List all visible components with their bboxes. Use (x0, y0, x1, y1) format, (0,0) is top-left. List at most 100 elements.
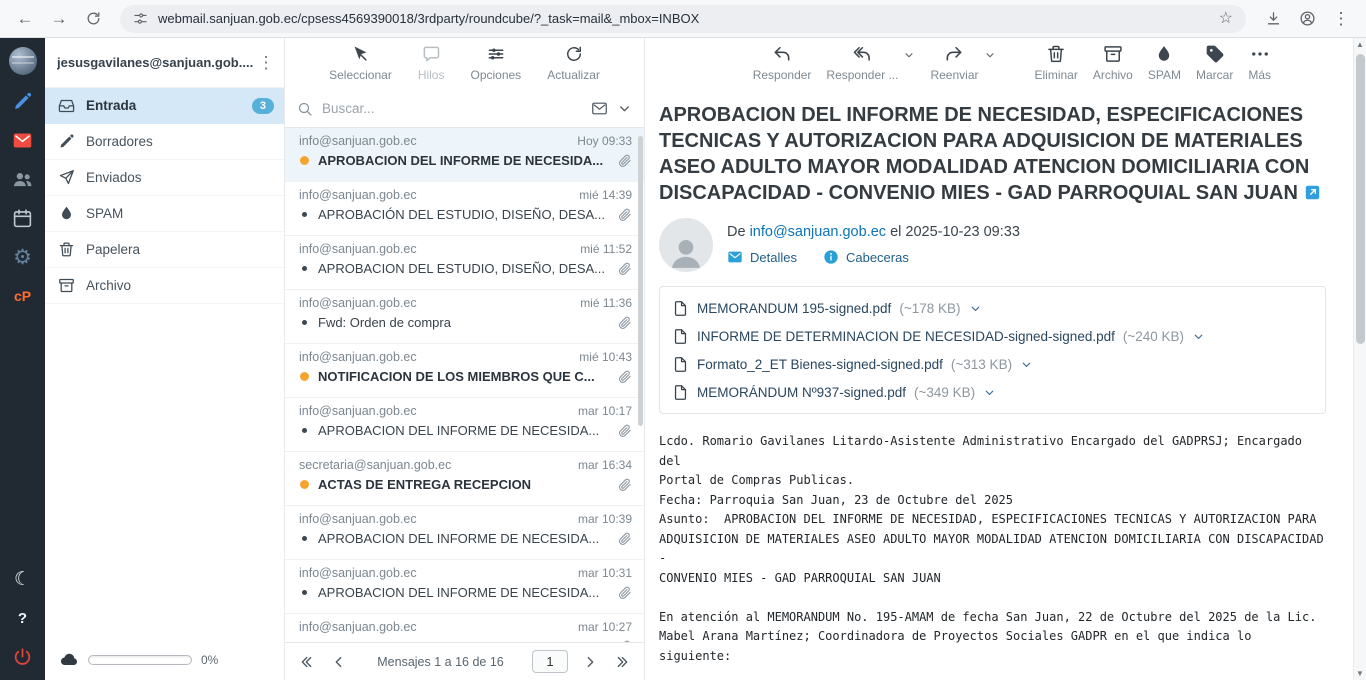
attachment-menu-chevron-icon[interactable] (983, 386, 996, 399)
read-status-toggle[interactable] (299, 212, 309, 217)
contacts-button[interactable] (12, 166, 33, 192)
panel-scrollbar[interactable]: ▲ ▼ (1353, 38, 1366, 680)
open-in-new-window-icon[interactable] (1304, 184, 1321, 201)
url-text[interactable]: webmail.sanjuan.gob.ec/cpsess4569390018/… (158, 11, 1209, 26)
settings-button[interactable]: ⚙ (13, 244, 32, 270)
reply-all-menu-button[interactable] (903, 49, 915, 61)
message-list-item[interactable]: info@sanjuan.gob.ec mar 10:31 APROBACION… (285, 560, 644, 614)
attachment-item[interactable]: MEMORANDUM 195-signed.pdf (~178 KB) (672, 294, 1313, 322)
message-list-item[interactable]: info@sanjuan.gob.ec mié 11:36 Fwd: Orden… (285, 290, 644, 344)
cpanel-button[interactable]: cP (14, 283, 31, 309)
unread-dot-icon (302, 320, 307, 325)
reload-icon (85, 10, 102, 27)
forward-menu-button[interactable] (984, 49, 996, 61)
site-info-icon[interactable] (133, 11, 148, 26)
message-subject-row: APROBACION DEL INFORME DE NECESIDA... (299, 531, 632, 546)
read-status-toggle[interactable] (299, 590, 309, 595)
message-sender: info@sanjuan.gob.ec (299, 134, 417, 148)
page-number-input[interactable] (532, 650, 568, 673)
delete-button[interactable]: Eliminar (1035, 44, 1078, 82)
mail-task-button[interactable] (12, 127, 33, 153)
calendar-button[interactable] (12, 205, 33, 231)
message-list-item[interactable]: info@sanjuan.gob.ec mar 10:17 APROBACION… (285, 398, 644, 452)
account-menu-button[interactable]: ⋮ (254, 53, 278, 73)
more-button[interactable]: Más (1248, 44, 1271, 82)
attachment-name-link[interactable]: Formato_2_ET Bienes-signed-signed.pdf (697, 357, 943, 372)
sender-email-link[interactable]: info@sanjuan.gob.ec (750, 224, 886, 240)
browser-menu-button[interactable]: ⋮ (1326, 4, 1356, 34)
folder-enviados[interactable]: Enviados (45, 160, 284, 196)
message-sender: info@sanjuan.gob.ec (299, 404, 417, 418)
attachment-name-link[interactable]: INFORME DE DETERMINACION DE NECESIDAD-si… (697, 329, 1115, 344)
next-page-button[interactable] (580, 652, 600, 672)
attachment-item[interactable]: MEMORÁNDUM Nº937-signed.pdf (~349 KB) (672, 378, 1313, 406)
read-status-toggle[interactable] (299, 372, 309, 381)
reply-button[interactable]: Responder (753, 44, 812, 82)
message-list-item[interactable]: info@sanjuan.gob.ec mié 10:43 NOTIFICACI… (285, 344, 644, 398)
scroll-up-icon[interactable]: ▲ (1354, 40, 1366, 49)
message-sender: info@sanjuan.gob.ec (299, 188, 417, 202)
dark-mode-button[interactable]: ☾ (14, 566, 31, 592)
read-status-toggle[interactable] (299, 428, 309, 433)
folder-spam[interactable]: SPAM (45, 196, 284, 232)
download-icon (1265, 10, 1282, 27)
threads-icon (421, 44, 441, 64)
attachment-name-link[interactable]: MEMORANDUM 195-signed.pdf (697, 301, 891, 316)
reply-all-button[interactable]: Responder ... (826, 44, 898, 82)
bookmark-star-icon[interactable]: ☆ (1219, 11, 1233, 27)
browser-back-button[interactable]: ← (10, 4, 40, 34)
chevron-down-icon (984, 49, 996, 61)
archive-button[interactable]: Archivo (1093, 44, 1133, 82)
folder-borradores[interactable]: Borradores (45, 124, 284, 160)
last-page-button[interactable] (612, 652, 632, 672)
attachment-menu-chevron-icon[interactable] (1192, 330, 1205, 343)
folder-entrada[interactable]: Entrada 3 (45, 88, 284, 124)
message-list-item[interactable]: info@sanjuan.gob.ec mié 14:39 APROBACIÓN… (285, 182, 644, 236)
message-date: mié 14:39 (579, 188, 632, 202)
quota-percent: 0% (201, 653, 218, 667)
search-input[interactable] (322, 101, 582, 116)
browser-forward-button[interactable]: → (44, 4, 74, 34)
attachment-name-link[interactable]: MEMORÁNDUM Nº937-signed.pdf (697, 385, 906, 400)
scroll-down-icon[interactable]: ▼ (1354, 669, 1366, 678)
message-list-item[interactable]: secretaria@sanjuan.gob.ec mar 16:34 ACTA… (285, 452, 644, 506)
read-status-toggle[interactable] (299, 266, 309, 271)
folder-archivo[interactable]: Archivo (45, 268, 284, 304)
message-list-item[interactable]: info@sanjuan.gob.ec mié 11:52 APROBACION… (285, 236, 644, 290)
headers-button[interactable]: Cabeceras (823, 249, 909, 265)
attachment-item[interactable]: Formato_2_ET Bienes-signed-signed.pdf (~… (672, 350, 1313, 378)
address-bar[interactable]: webmail.sanjuan.gob.ec/cpsess4569390018/… (120, 5, 1246, 33)
forward-button[interactable]: Reenviar (930, 44, 978, 82)
panel-scrollbar-thumb[interactable] (1356, 54, 1365, 344)
previous-page-button[interactable] (329, 652, 349, 672)
forward-label: Reenviar (930, 68, 978, 82)
search-scope-button[interactable] (591, 100, 608, 117)
refresh-button[interactable]: Actualizar (547, 44, 600, 90)
read-status-toggle[interactable] (299, 480, 309, 489)
logout-button[interactable] (12, 644, 33, 670)
message-list-item[interactable]: info@sanjuan.gob.ec Hoy 09:33 APROBACION… (285, 128, 644, 182)
read-status-toggle[interactable] (299, 156, 309, 165)
help-button[interactable]: ? (18, 605, 27, 631)
list-scrollbar-thumb[interactable] (638, 136, 643, 426)
threads-button[interactable]: Hilos (418, 44, 445, 90)
attachment-item[interactable]: INFORME DE DETERMINACION DE NECESIDAD-si… (672, 322, 1313, 350)
read-status-toggle[interactable] (299, 320, 309, 325)
message-list-item[interactable]: info@sanjuan.gob.ec mar 10:39 APROBACION… (285, 506, 644, 560)
first-page-button[interactable] (297, 652, 317, 672)
compose-button[interactable] (12, 88, 33, 114)
search-options-button[interactable] (617, 101, 632, 116)
attachment-menu-chevron-icon[interactable] (969, 302, 982, 315)
attachment-menu-chevron-icon[interactable] (1020, 358, 1033, 371)
folder-papelera[interactable]: Papelera (45, 232, 284, 268)
details-button[interactable]: Detalles (727, 249, 797, 265)
read-status-toggle[interactable] (299, 536, 309, 541)
mark-button[interactable]: Marcar (1196, 44, 1233, 82)
browser-reload-button[interactable] (78, 4, 108, 34)
profile-button[interactable] (1292, 4, 1322, 34)
message-list-item[interactable]: info@sanjuan.gob.ec mar 10:27 APROBACION… (285, 614, 644, 642)
spam-button[interactable]: SPAM (1148, 44, 1181, 82)
select-button[interactable]: Seleccionar (329, 44, 392, 90)
options-button[interactable]: Opciones (470, 44, 521, 90)
downloads-button[interactable] (1258, 4, 1288, 34)
